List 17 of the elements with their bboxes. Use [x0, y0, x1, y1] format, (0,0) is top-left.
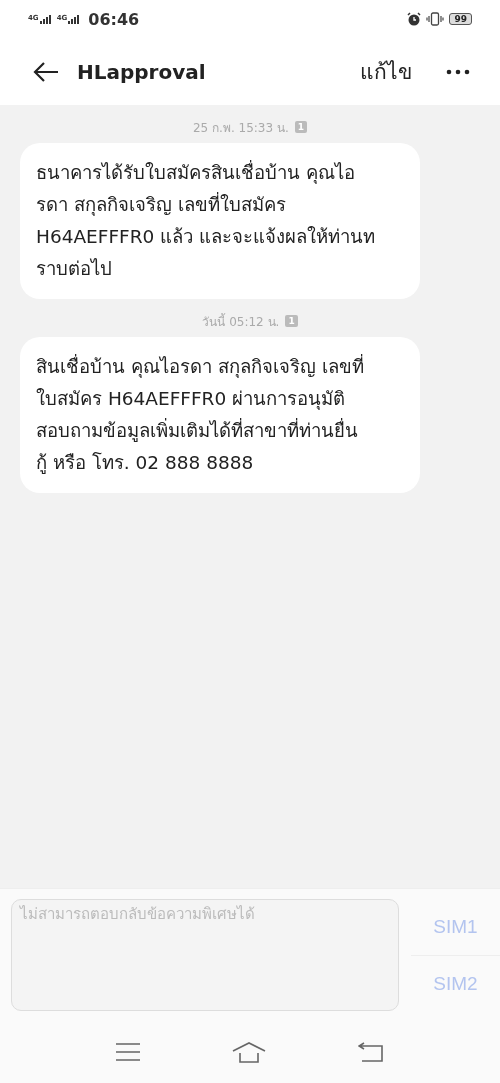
- message-timestamp: 25 ก.พ. 15:33 น.: [193, 119, 289, 137]
- alarm-icon: [407, 12, 422, 26]
- sim-badge: 1: [285, 315, 298, 327]
- message-timestamp: วันนี้ 05:12 น.: [202, 312, 280, 331]
- back-icon[interactable]: [358, 1041, 384, 1062]
- battery-level: 99: [449, 13, 472, 25]
- menu-icon[interactable]: [116, 1042, 140, 1061]
- vibrate-icon: [426, 12, 445, 26]
- back-arrow-icon[interactable]: [33, 60, 59, 83]
- sim-badge: 1: [294, 121, 307, 133]
- edit-button[interactable]: แก้ไข: [360, 55, 412, 88]
- message-bubble[interactable]: สินเชื่อบ้าน คุณไอรดา สกุลกิจเจริญ เลขที่ ใบสมัคร H64AEFFFR0 ผ่านการอนุมัติ สอบถามข้อมูลเพิ่มเติมได้ที่สาขาที่ท่านยื่น กู้ หรือ โทร. 02 888 8888: [20, 337, 420, 493]
- conversation-title: HLapproval: [77, 59, 206, 84]
- home-icon[interactable]: [232, 1040, 266, 1063]
- more-icon[interactable]: [446, 68, 470, 75]
- clock-time: 06:46: [88, 9, 140, 29]
- message-bubble[interactable]: ธนาคารได้รับใบสมัครสินเชื่อบ้าน คุณไอ รดา สกุลกิจเจริญ เลขที่ใบสมัคร H64AEFFFR0 แล้ว และจะแจ้งผลให้ท่านท ราบต่อไป: [20, 143, 420, 299]
